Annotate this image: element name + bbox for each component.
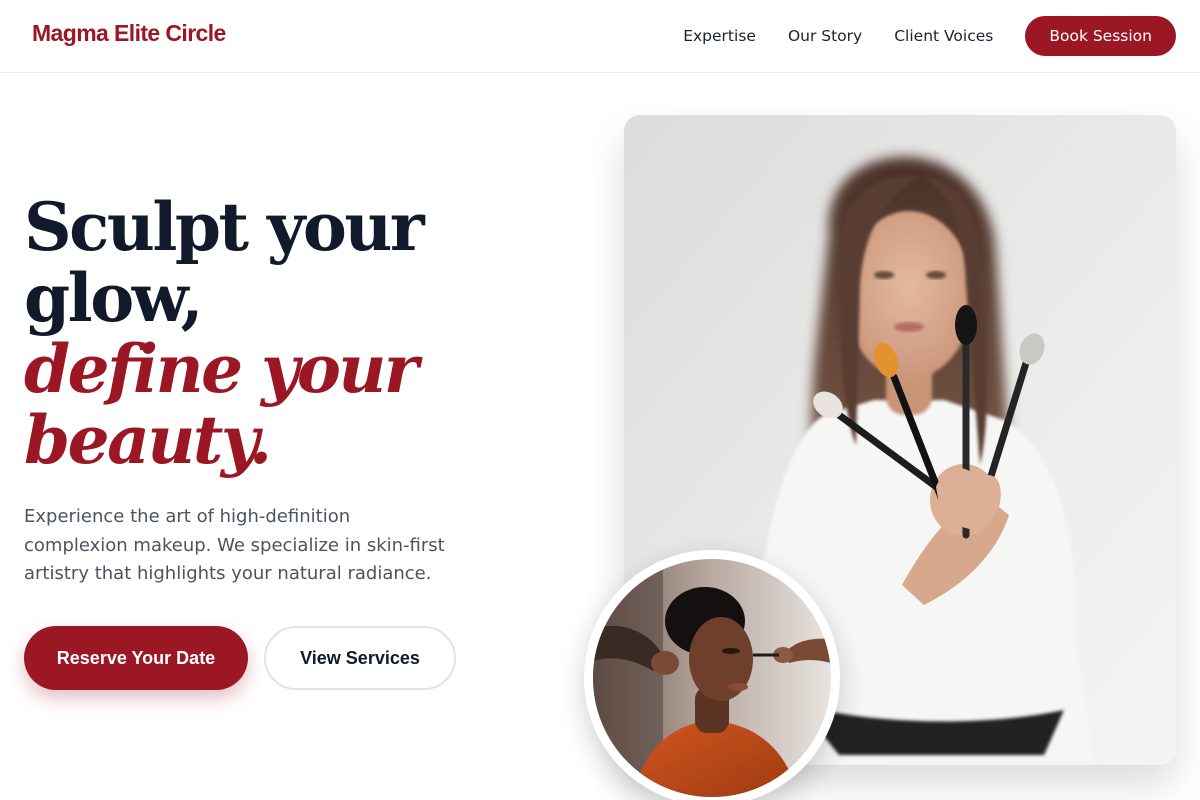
hero-description-line: Experience the art of high-definition [24,506,351,527]
book-session-button[interactable]: Book Session [1025,16,1176,56]
hero-description-line: artistry that highlights your natural ra… [24,563,432,584]
client-makeup-illustration [593,559,831,797]
view-services-button[interactable]: View Services [264,626,456,690]
client-makeup-photo [584,550,840,800]
hero-title-accent-line: beauty. [24,401,272,479]
main-nav: Expertise Our Story Client Voices Book S… [683,16,1176,56]
client-makeup-photo-frame [593,559,831,797]
hero-title-line: glow, [24,259,204,337]
hero-title: Sculpt your glow, define your beauty. [24,192,584,476]
hero-title-line: Sculpt your [24,188,425,266]
hero-description: Experience the art of high-definition co… [24,503,494,589]
hero-title-accent-line: define your [24,330,419,408]
nav-link-our-story[interactable]: Our Story [788,27,862,45]
site-header: Magma Elite Circle Expertise Our Story C… [0,0,1200,73]
nav-link-expertise[interactable]: Expertise [683,27,756,45]
nav-link-client-voices[interactable]: Client Voices [894,27,993,45]
reserve-date-button[interactable]: Reserve Your Date [24,626,248,690]
brand-logo[interactable]: Magma Elite Circle [32,20,226,47]
hero-description-line: complexion makeup. We specialize in skin… [24,534,445,556]
